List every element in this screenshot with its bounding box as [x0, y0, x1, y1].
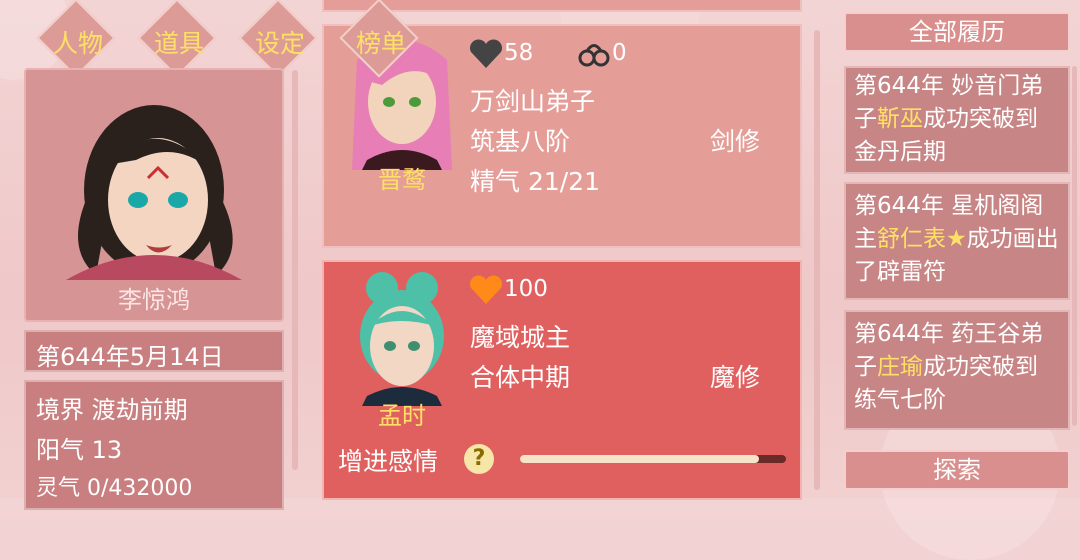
explore-button[interactable]: 探索 [844, 450, 1070, 490]
character-realm: 合体中期 [470, 363, 571, 392]
character-realm: 筑基八阶 [470, 127, 571, 156]
scrollbar[interactable] [292, 70, 298, 470]
character-vitality: 精气 21/21 [470, 167, 600, 196]
tab-settings[interactable]: 设定 [236, 0, 324, 78]
affection-value: 58 [504, 40, 534, 66]
current-date: 第644年5月14日 [36, 343, 224, 371]
history-entry: 第644年 妙音门弟子靳巫成功突破到金丹后期 [844, 66, 1070, 174]
character-card-selected[interactable]: 孟时 100 魔域城主 合体中期 魔修 增进感情 ? [322, 260, 802, 500]
scrollbar[interactable] [1072, 66, 1077, 426]
relation-progress-fill [520, 455, 760, 463]
stat-value: 13 [91, 436, 123, 464]
affection-value: 100 [504, 276, 548, 302]
player-name: 李惊鸿 [118, 286, 190, 314]
stat-label: 阳气 [36, 436, 84, 464]
stat-yang: 阳气 13 [36, 430, 122, 465]
stat-label: 境界 [36, 396, 84, 424]
tab-label: 榜单 [355, 29, 406, 58]
character-title: 魔域城主 [470, 323, 571, 352]
character-name: 孟时 [378, 402, 426, 430]
stat-label: 灵气 [36, 476, 81, 501]
history-entry: 第644年 星机阁阁主舒仁表★成功画出了辟雷符 [844, 182, 1070, 300]
relation-progress-track[interactable] [520, 455, 786, 463]
character-path: 剑修 [710, 127, 761, 156]
tab-items[interactable]: 道具 [135, 0, 223, 78]
character-path: 魔修 [710, 363, 761, 392]
player-portrait [66, 105, 242, 280]
history-entry: 第644年 药王谷弟子庄瑜成功突破到练气七阶 [844, 310, 1070, 430]
date-panel: 第644年5月14日 [24, 330, 284, 372]
tab-character[interactable]: 人物 [34, 0, 122, 78]
help-button[interactable]: ? [464, 444, 494, 474]
character-title: 万剑山弟子 [470, 87, 596, 116]
tab-rankings[interactable]: 榜单 [337, 0, 425, 78]
improve-relation-label: 增进感情 [338, 447, 439, 476]
player-portrait-panel: 李惊鸿 [24, 68, 284, 322]
all-history-button[interactable]: 全部履历 [844, 12, 1070, 52]
stat-value: 渡劫前期 [91, 396, 188, 424]
character-portrait [360, 272, 444, 406]
heart-icon [470, 39, 502, 68]
history-person[interactable]: 舒仁表★ [877, 226, 967, 252]
stat-value: 0/432000 [87, 476, 193, 501]
bond-value: 0 [612, 40, 627, 66]
stat-spirit: 灵气 0/432000 [36, 470, 192, 502]
history-person[interactable]: 靳巫 [877, 106, 923, 132]
tab-label: 人物 [52, 29, 103, 58]
heart-icon [470, 275, 502, 304]
history-person[interactable]: 庄瑜 [877, 354, 923, 380]
shackle-icon [578, 44, 610, 67]
tab-label: 道具 [153, 29, 204, 58]
stat-realm: 境界 渡劫前期 [36, 390, 188, 425]
tab-label: 设定 [254, 29, 305, 58]
player-stats-panel: 境界 渡劫前期 阳气 13 灵气 0/432000 [24, 380, 284, 510]
character-name: 晋鹜 [378, 166, 426, 194]
scrollbar[interactable] [814, 30, 820, 490]
